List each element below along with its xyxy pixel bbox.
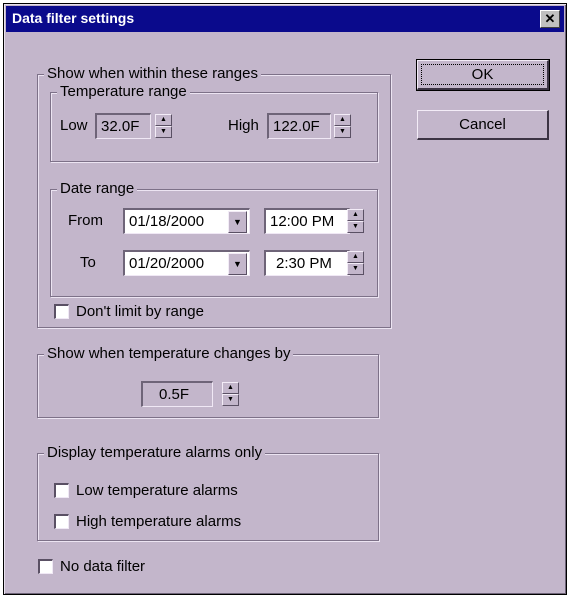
change-threshold-field[interactable]: 0.5F (141, 381, 213, 407)
high-temperature-field[interactable]: 122.0F (267, 113, 331, 139)
from-date-combobox[interactable]: 01/18/2000 ▼ (123, 208, 250, 234)
to-time-field[interactable]: 2:30 PM (264, 250, 350, 276)
spin-up-icon[interactable]: ▲ (347, 209, 364, 221)
from-label: From (68, 212, 103, 229)
spin-up-icon[interactable]: ▲ (334, 114, 351, 126)
high-label: High (228, 117, 259, 134)
alarms-group-label: Display temperature alarms only (44, 444, 266, 462)
dont-limit-label: Don't limit by range (76, 303, 204, 320)
temperature-range-label: Temperature range (57, 83, 190, 101)
spin-down-icon[interactable]: ▼ (347, 221, 364, 233)
high-temperature-spinner[interactable]: ▲ ▼ (334, 114, 351, 138)
spin-down-icon[interactable]: ▼ (334, 126, 351, 138)
to-time-spinner[interactable]: ▲ ▼ (347, 251, 364, 275)
no-filter-label: No data filter (60, 558, 146, 575)
spin-up-icon[interactable]: ▲ (155, 114, 172, 126)
low-temperature-spinner[interactable]: ▲ ▼ (155, 114, 172, 138)
chevron-down-icon[interactable]: ▼ (228, 211, 247, 233)
high-alarms-label: High temperature alarms (76, 513, 242, 530)
close-icon[interactable]: ✕ (540, 10, 560, 28)
dont-limit-checkbox-row[interactable]: Don't limit by range (54, 303, 294, 321)
title-bar[interactable]: Data filter settings ✕ (6, 6, 564, 32)
spin-down-icon[interactable]: ▼ (155, 126, 172, 138)
high-temperature-value: 122.0F (273, 118, 320, 135)
ok-button-label: OK (421, 64, 544, 85)
spin-down-icon[interactable]: ▼ (347, 263, 364, 275)
low-temperature-field[interactable]: 32.0F (95, 113, 151, 139)
data-filter-dialog: Data filter settings ✕ OK Cancel Show wh… (3, 3, 567, 595)
alarms-groupbox: Display temperature alarms only Low temp… (37, 444, 379, 541)
spin-down-icon[interactable]: ▼ (222, 394, 239, 406)
from-time-value: 12:00 PM (270, 213, 335, 230)
temperature-range-groupbox: Temperature range Low 32.0F ▲ ▼ High 122… (50, 83, 378, 162)
from-time-field[interactable]: 12:00 PM (264, 208, 350, 234)
low-temperature-value: 32.0F (101, 118, 140, 135)
dialog-title: Data filter settings (12, 10, 135, 26)
to-label: To (80, 254, 96, 271)
low-alarms-checkbox-row[interactable]: Low temperature alarms (54, 482, 294, 500)
to-time-value: 2:30 PM (276, 255, 332, 272)
date-range-groupbox: Date range From 01/18/2000 ▼ 12:00 PM ▲ … (50, 180, 378, 297)
ranges-groupbox: Show when within these ranges Temperatur… (37, 65, 391, 328)
change-group-label: Show when temperature changes by (44, 345, 294, 363)
high-alarms-checkbox-row[interactable]: High temperature alarms (54, 513, 294, 531)
chevron-down-icon[interactable]: ▼ (228, 253, 247, 275)
ranges-group-label: Show when within these ranges (44, 65, 261, 83)
no-filter-checkbox-row[interactable]: No data filter (38, 558, 198, 576)
from-time-spinner[interactable]: ▲ ▼ (347, 209, 364, 233)
change-threshold-spinner[interactable]: ▲ ▼ (222, 382, 239, 406)
change-groupbox: Show when temperature changes by 0.5F ▲ … (37, 345, 379, 418)
spin-up-icon[interactable]: ▲ (222, 382, 239, 394)
high-alarms-checkbox[interactable] (54, 514, 69, 529)
date-range-label: Date range (57, 180, 138, 198)
change-threshold-value: 0.5F (159, 386, 190, 403)
from-date-value: 01/18/2000 (129, 213, 205, 230)
dont-limit-checkbox[interactable] (54, 304, 69, 319)
low-alarms-checkbox[interactable] (54, 483, 69, 498)
low-label: Low (60, 117, 88, 134)
ok-button[interactable]: OK (416, 59, 550, 91)
no-filter-checkbox[interactable] (38, 559, 53, 574)
cancel-button[interactable]: Cancel (417, 110, 549, 140)
to-date-value: 01/20/2000 (129, 255, 205, 272)
low-alarms-label: Low temperature alarms (76, 482, 238, 499)
spin-up-icon[interactable]: ▲ (347, 251, 364, 263)
to-date-combobox[interactable]: 01/20/2000 ▼ (123, 250, 250, 276)
